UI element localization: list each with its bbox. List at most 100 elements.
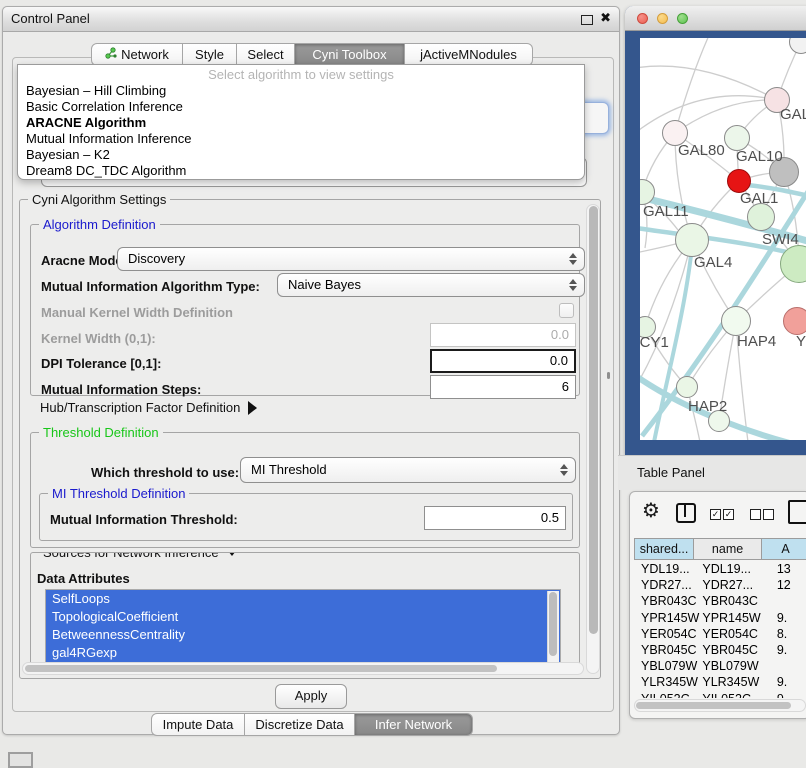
hub-tf-definition-toggle[interactable]: Hub/Transcription Factor Definition xyxy=(40,400,257,415)
table-cell xyxy=(775,593,806,609)
column-header-cut[interactable]: A xyxy=(762,538,806,560)
list-scrollbar[interactable] xyxy=(547,591,559,665)
hub-tf-definition-label: Hub/Transcription Factor Definition xyxy=(40,400,240,415)
attribute-item[interactable]: gal4RGexp xyxy=(46,644,560,662)
node-label: GAL11 xyxy=(643,203,689,220)
checked-checkbox-icon[interactable]: ✓ xyxy=(710,509,721,520)
node-label: HAP4 xyxy=(737,333,776,350)
table-row[interactable]: YIL052CYIL052C9 xyxy=(634,691,806,699)
sources-group-title[interactable]: Sources for Network Inference xyxy=(39,552,243,560)
dropdown-item[interactable]: Bayesian – Hill Climbing xyxy=(18,83,584,99)
tab-network[interactable]: Network xyxy=(91,43,183,66)
sources-group: Sources for Network Inference Data Attri… xyxy=(30,552,580,673)
table-cell xyxy=(775,658,806,674)
table-header: shared... name A xyxy=(634,538,806,560)
dropdown-item[interactable]: ARACNE Algorithm xyxy=(18,115,584,131)
tab-label: Select xyxy=(247,44,283,65)
checked-checkbox-icon[interactable]: ✓ xyxy=(723,509,734,520)
table-row[interactable]: YBL079WYBL079W xyxy=(634,658,806,674)
table-row[interactable]: YPR145WYPR145W9. xyxy=(634,610,806,626)
table-cell: YIL052C xyxy=(634,691,700,699)
attribute-item[interactable]: TopologicalCoefficient xyxy=(46,608,560,626)
table-row[interactable]: YBR043CYBR043C xyxy=(634,593,806,609)
control-panel-titlebar[interactable]: Control Panel ✖ xyxy=(3,7,619,32)
dropdown-placeholder: Select algorithm to view settings xyxy=(18,67,584,82)
node-swi4[interactable] xyxy=(747,203,775,231)
node-label: SWI4 xyxy=(762,231,799,248)
tab-impute-data[interactable]: Impute Data xyxy=(151,713,245,736)
expand-arrow-icon xyxy=(248,401,257,415)
mi-steps-field[interactable]: 6 xyxy=(430,375,576,399)
network-window-titlebar[interactable] xyxy=(625,6,806,31)
float-window-icon[interactable] xyxy=(581,15,593,25)
collapse-arrow-icon xyxy=(225,552,239,556)
table-row[interactable]: YER054CYER054C8. xyxy=(634,626,806,642)
dropdown-item[interactable]: Basic Correlation Inference xyxy=(18,99,584,115)
dropdown-item[interactable]: Dream8 DC_TDC Algorithm xyxy=(18,163,584,179)
table-panel-title: Table Panel xyxy=(637,465,705,480)
table-cell: 8. xyxy=(775,626,806,642)
table-cell: 12 xyxy=(775,577,806,593)
table-horizontal-scrollbar[interactable] xyxy=(634,699,806,712)
node-label: GAL4 xyxy=(694,254,732,271)
minimize-traffic-light-icon[interactable] xyxy=(657,13,668,24)
which-threshold-select[interactable]: MI Threshold xyxy=(240,457,576,483)
unchecked-checkbox-icon[interactable] xyxy=(763,509,774,520)
aracne-mode-select[interactable]: Discovery xyxy=(117,247,585,271)
close-traffic-light-icon[interactable] xyxy=(637,13,648,24)
table-cell: 9. xyxy=(775,642,806,658)
tab-style[interactable]: Style xyxy=(183,43,237,66)
table-mode-icon[interactable] xyxy=(788,500,806,524)
node-label: GCY1 xyxy=(640,334,669,351)
table-row[interactable]: YLR345WYLR345W9. xyxy=(634,674,806,690)
mi-threshold-group-title: MI Threshold Definition xyxy=(48,486,189,501)
mi-threshold-field[interactable]: 0.5 xyxy=(424,506,566,530)
settings-vertical-scrollbar[interactable] xyxy=(586,204,600,674)
kernel-width-field[interactable]: 0.0 xyxy=(430,323,576,347)
which-threshold-value: MI Threshold xyxy=(251,462,327,477)
close-icon[interactable]: ✖ xyxy=(600,10,611,26)
table-toolbar: ⚙ ✓ ✓ xyxy=(630,492,806,536)
mi-type-select[interactable]: Naive Bayes xyxy=(277,273,585,297)
settings-horizontal-scrollbar[interactable] xyxy=(22,662,584,675)
node-label: GAL xyxy=(780,106,806,123)
stepper-arrows-icon xyxy=(560,458,568,482)
split-pane-divider[interactable] xyxy=(607,372,610,379)
dropdown-item[interactable]: Mutual Information Inference xyxy=(18,131,584,147)
node-salmon[interactable] xyxy=(783,307,806,335)
attribute-item[interactable]: BetweennessCentrality xyxy=(46,626,560,644)
tab-select[interactable]: Select xyxy=(237,43,295,66)
node-hap4[interactable] xyxy=(721,306,751,336)
algorithm-definition-title: Algorithm Definition xyxy=(39,217,160,232)
tab-infer-network[interactable]: Infer Network xyxy=(355,713,473,736)
dpi-tolerance-field[interactable]: 0.0 xyxy=(430,349,576,373)
tab-cyni-toolbox[interactable]: Cyni Toolbox xyxy=(295,43,405,66)
column-header-name[interactable]: name xyxy=(694,538,762,560)
node-gal4[interactable] xyxy=(675,223,709,257)
zoom-traffic-light-icon[interactable] xyxy=(677,13,688,24)
table-row[interactable]: YBR045CYBR045C9. xyxy=(634,642,806,658)
attribute-item[interactable]: SelfLoops xyxy=(46,590,560,608)
table-cell: YLR345W xyxy=(700,674,774,690)
threshold-definition-group: Threshold Definition Which threshold to … xyxy=(30,432,580,548)
node-label: GAL1 xyxy=(740,190,778,207)
tab-discretize-data[interactable]: Discretize Data xyxy=(245,713,355,736)
manual-kernel-checkbox[interactable] xyxy=(559,303,574,318)
unchecked-checkbox-icon[interactable] xyxy=(750,509,761,520)
tab-label: Discretize Data xyxy=(255,714,343,735)
split-columns-icon[interactable] xyxy=(676,503,696,523)
table-cell: YDR27... xyxy=(700,577,774,593)
node-hap2[interactable] xyxy=(676,376,698,398)
network-canvas[interactable]: GAL GAL80 GAL10 GAL1 GAL11 SWI4 GAL4 GCY… xyxy=(640,38,806,440)
node-label: Y xyxy=(796,333,806,350)
network-view-window: GAL GAL80 GAL10 GAL1 GAL11 SWI4 GAL4 GCY… xyxy=(625,6,806,455)
tab-jactivemnodules[interactable]: jActiveMNodules xyxy=(405,43,533,66)
stepper-arrows-icon xyxy=(569,274,577,296)
bottom-left-widget[interactable] xyxy=(8,752,33,768)
table-row[interactable]: YDR27...YDR27...12 xyxy=(634,577,806,593)
gear-icon[interactable]: ⚙ xyxy=(642,501,660,521)
apply-button[interactable]: Apply xyxy=(275,684,347,709)
dropdown-item[interactable]: Bayesian – K2 xyxy=(18,147,584,163)
table-row[interactable]: YDL19...YDL19...13 xyxy=(634,561,806,577)
column-header-shared-name[interactable]: shared... xyxy=(634,538,694,560)
